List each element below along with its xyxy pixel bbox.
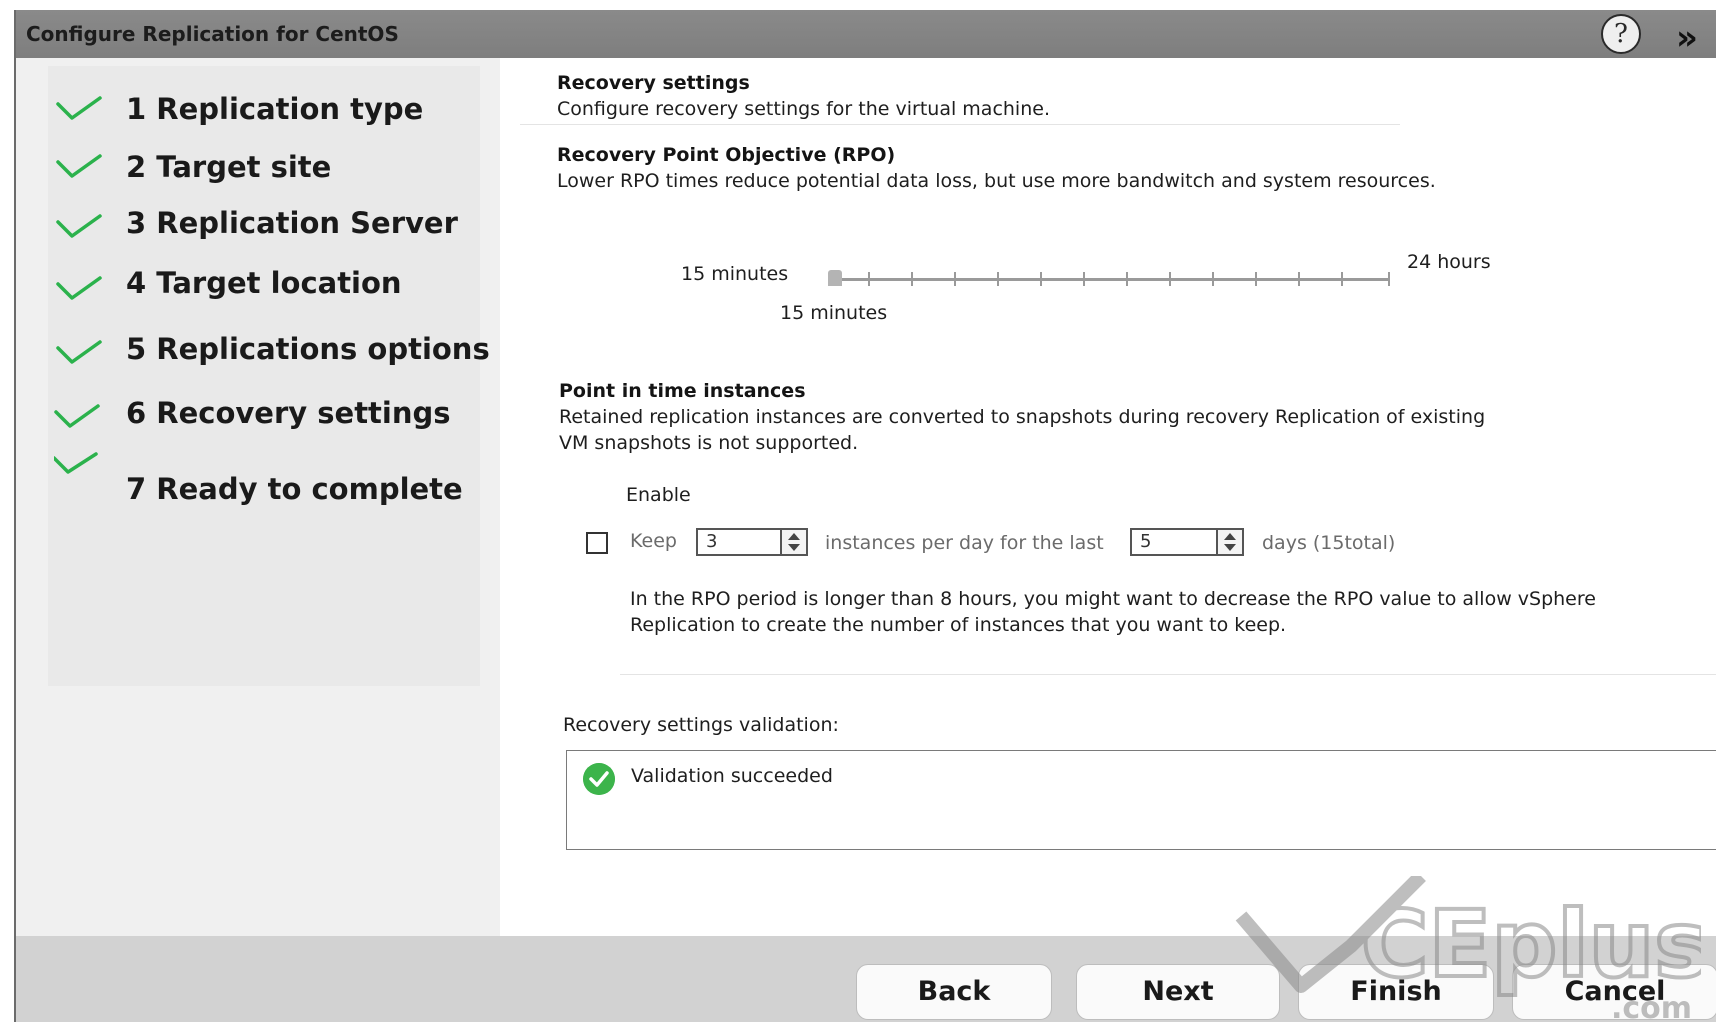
step-label: 1 Replication type [126,92,424,126]
rpo-slider-thumb[interactable] [828,270,842,286]
slider-tick [868,272,870,286]
rpo-slider-track[interactable] [830,278,1390,281]
slider-tick [954,272,956,286]
check-icon [56,340,102,364]
title-bar: Configure Replication for CentOS ? » [16,10,1716,58]
expand-icon[interactable]: » [1676,18,1698,58]
spinner-down-icon[interactable] [788,544,800,551]
days-input[interactable]: 5 [1130,528,1218,556]
check-icon [56,96,102,120]
pit-heading: Point in time instances [559,380,806,402]
days-total-label: days (15total) [1262,532,1396,554]
slider-tick [1388,272,1390,286]
success-check-icon [583,763,615,795]
keep-label: Keep [630,530,677,552]
rpo-max-label: 24 hours [1407,251,1491,273]
spinner-down-icon[interactable] [1224,544,1236,551]
divider [620,674,1716,675]
slider-tick [1255,272,1257,286]
rpo-current-value: 15 minutes [780,302,888,324]
step-label: 7 Ready to complete [126,472,463,506]
check-icon [54,452,98,474]
watermark-suffix: .com [1611,991,1692,1026]
step-ready-to-complete[interactable]: 7 Ready to complete [16,448,496,506]
rpo-heading: Recovery Point Objective (RPO) [557,144,896,166]
spinner-up-icon[interactable] [788,533,800,540]
pit-description-line2: VM snapshots is not supported. [559,432,859,454]
step-label: 4 Target location [126,266,402,300]
window-title: Configure Replication for CentOS [26,22,399,46]
slider-tick [1212,272,1214,286]
days-spinner[interactable] [1216,528,1244,556]
slider-tick [911,272,913,286]
watermark-text: CEplus [1361,891,1701,998]
spinner-up-icon[interactable] [1224,533,1236,540]
wizard-steps-sidebar: 1 Replication type 2 Target site 3 Repli… [16,58,500,936]
help-button[interactable]: ? [1601,14,1641,54]
instances-per-day-label: instances per day for the last [825,532,1104,554]
recovery-settings-content: Recovery settings Configure recovery set… [500,58,1716,936]
slider-tick [1040,272,1042,286]
check-icon [56,154,102,178]
rpo-min-label: 15 minutes [681,263,789,285]
slider-tick [1126,272,1128,286]
step-label: 5 Replications options [126,332,490,366]
slider-tick [997,272,999,286]
ceplus-watermark-logo: CEplus .com [1235,876,1701,1026]
check-icon [54,404,100,428]
step-label: 3 Replication Server [126,206,458,240]
step-replication-options[interactable]: 5 Replications options [16,322,496,372]
enable-label: Enable [626,484,691,506]
step-replication-server[interactable]: 3 Replication Server [16,196,496,246]
check-icon [56,276,102,300]
keep-instances-input[interactable]: 3 [696,528,782,556]
keep-instances-spinner[interactable] [780,528,808,556]
step-recovery-settings[interactable]: 6 Recovery settings [16,386,496,436]
slider-tick [1083,272,1085,286]
slider-tick [1169,272,1171,286]
validation-message: Validation succeeded [631,765,833,787]
step-target-location[interactable]: 4 Target location [16,256,496,306]
check-icon [56,214,102,238]
step-replication-type[interactable]: 1 Replication type [16,82,496,132]
pit-description-line1: Retained replication instances are conve… [559,406,1486,428]
slider-tick [1341,272,1343,286]
step-label: 2 Target site [126,150,332,184]
validation-label: Recovery settings validation: [563,714,839,736]
rpo-note-line1: In the RPO period is longer than 8 hours… [630,588,1596,610]
section-description: Configure recovery settings for the virt… [557,98,1050,120]
enable-checkbox[interactable] [586,532,608,554]
divider [520,124,1400,125]
validation-box: Validation succeeded [566,750,1716,850]
back-button[interactable]: Back [856,964,1052,1020]
rpo-description: Lower RPO times reduce potential data lo… [557,170,1436,192]
section-heading: Recovery settings [557,72,750,94]
slider-tick [1298,272,1300,286]
step-target-site[interactable]: 2 Target site [16,140,496,190]
configure-replication-window: Configure Replication for CentOS ? » 1 R… [14,10,1716,1026]
step-label: 6 Recovery settings [126,396,451,430]
rpo-note-line2: Replication to create the number of inst… [630,614,1287,636]
